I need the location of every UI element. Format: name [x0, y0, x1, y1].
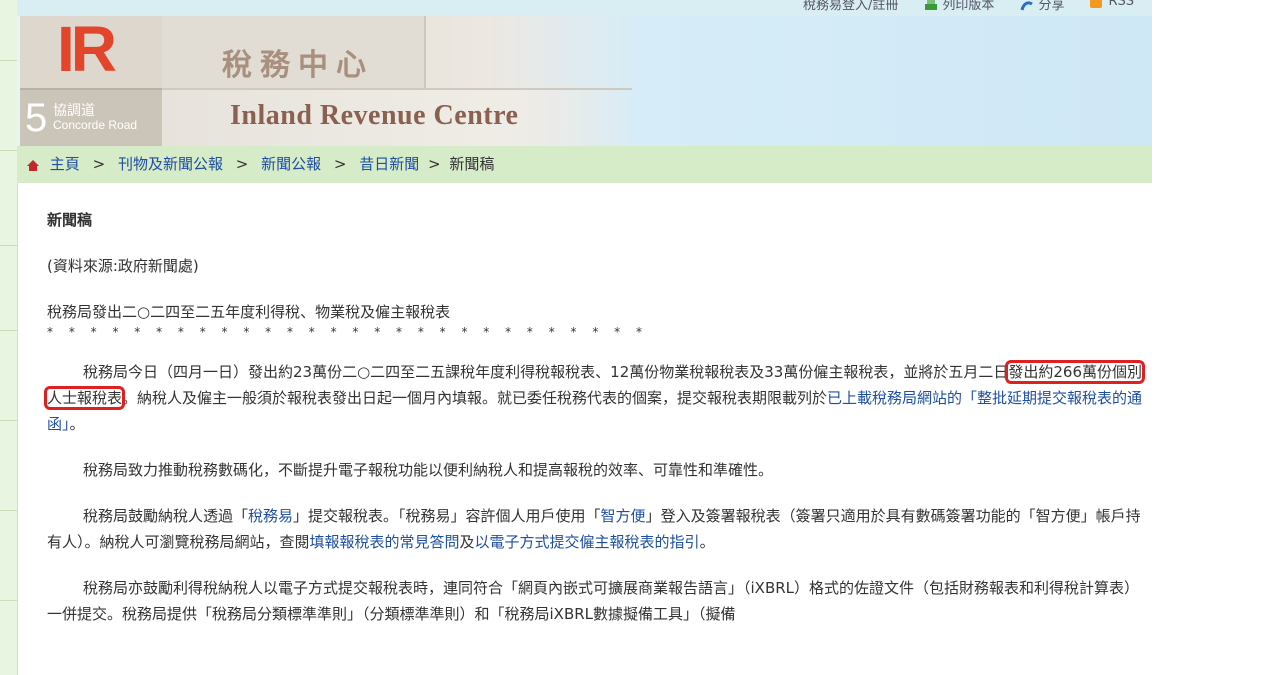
printer-icon: [925, 0, 938, 10]
login-link[interactable]: 稅務易登入/註冊: [803, 0, 898, 13]
login-link-label: 稅務易登入/註冊: [803, 0, 899, 13]
iam-smart-link[interactable]: 智方便: [601, 507, 646, 525]
breadcrumb-past-news[interactable]: 昔日新聞: [359, 155, 419, 173]
share-link-label: 分享: [1038, 0, 1065, 13]
rss-link-label: RSS: [1108, 0, 1134, 9]
share-link[interactable]: 分享: [1020, 0, 1064, 13]
article-title: 新聞稿: [47, 211, 93, 229]
rail-divider: [0, 420, 17, 421]
rail-divider: [0, 60, 17, 61]
p3-text-b: 」提交報稅表。「稅務易」容許個人用戶使用「: [293, 507, 601, 525]
rail-divider: [0, 330, 17, 331]
page: 稅務易登入/註冊 列印版本 分享 RSS IR 稅務中心 5 協調道 Conco…: [17, 0, 1152, 675]
breadcrumb-publications[interactable]: 刊物及新聞公報: [118, 155, 223, 173]
rail-divider: [0, 150, 17, 151]
breadcrumb: 主頁 > 刊物及新聞公報 > 新聞公報 > 昔日新聞 > 新聞稿: [17, 146, 1152, 183]
breadcrumb-separator: >: [428, 155, 441, 173]
breadcrumb-home[interactable]: 主頁: [50, 155, 80, 173]
top-utility-bar: 稅務易登入/註冊 列印版本 分享 RSS: [17, 0, 1152, 16]
breadcrumb-separator: >: [235, 155, 249, 173]
headline-divider-stars: * * * * * * * * * * * * * * * * * * * * …: [47, 325, 648, 339]
breadcrumb-separator: >: [92, 155, 106, 173]
breadcrumb-current: 新聞稿: [449, 155, 495, 173]
paragraph-3: 稅務局鼓勵納稅人透過「稅務易」提交報稅表。「稅務易」容許個人用戶使用「智方便」登…: [47, 503, 1152, 555]
p1-text-b: 。納稅人及僱主一般須於報稅表發出日起一個月內填報。就已委任稅務代表的個案，提交報…: [122, 389, 828, 407]
banner-address-number: 5: [25, 96, 48, 140]
p1-text-c: 。: [69, 415, 85, 433]
left-side-rail: [0, 0, 18, 675]
employer-return-guide-link[interactable]: 以電子方式提交僱主報稅表的指引: [475, 533, 700, 551]
rss-link[interactable]: RSS: [1090, 0, 1134, 13]
rss-icon: [1090, 0, 1103, 8]
p3-text-d: 及: [459, 533, 475, 551]
rail-divider: [0, 510, 17, 511]
article-content: 新聞稿 (資料來源:政府新聞處) 稅務局發出二○二四至二五年度利得稅、物業稅及僱…: [44, 200, 1152, 627]
p3-text-e: 。: [699, 533, 715, 551]
p1-text-a: 稅務局今日（四月一日）發出約23萬份二○二四至二五課稅年度利得稅報稅表、12萬份…: [83, 363, 1009, 381]
ird-logo[interactable]: IR: [57, 17, 137, 81]
share-icon: [1020, 0, 1034, 10]
breadcrumb-press-releases[interactable]: 新聞公報: [261, 155, 321, 173]
article-headline: 稅務局發出二○二四至二五年度利得稅、物業稅及僱主報稅表: [47, 303, 451, 321]
banner-english-name: Inland Revenue Centre: [230, 100, 519, 131]
print-link[interactable]: 列印版本: [924, 0, 994, 13]
rail-divider: [0, 600, 17, 601]
home-icon[interactable]: [27, 160, 39, 171]
paragraph-1: 稅務局今日（四月一日）發出約23萬份二○二四至二五課稅年度利得稅報稅表、12萬份…: [44, 359, 1152, 437]
site-banner: IR 稅務中心 5 協調道 Concorde Road Inland Reven…: [17, 16, 1152, 146]
banner-address-chinese: 協調道: [53, 103, 95, 119]
utility-links: 稅務易登入/註冊 列印版本 分享 RSS: [803, 0, 1134, 13]
print-link-label: 列印版本: [942, 0, 995, 13]
article-source: (資料來源:政府新聞處): [47, 257, 199, 275]
paragraph-2: 稅務局致力推動稅務數碼化，不斷提升電子報稅功能以便利納稅人和提高報稅的效率、可靠…: [83, 461, 774, 479]
rail-divider: [0, 245, 17, 246]
banner-chinese-name: 稅務中心: [222, 48, 374, 83]
banner-address-english: Concorde Road: [53, 118, 138, 132]
paragraph-4: 稅務局亦鼓勵利得稅納稅人以電子方式提交報稅表時，連同符合「網頁內嵌式可擴展商業報…: [47, 579, 1140, 623]
p3-text-a: 稅務局鼓勵納稅人透過「: [83, 507, 249, 525]
etax-link[interactable]: 稅務易: [248, 507, 293, 525]
breadcrumb-separator: >: [333, 155, 347, 173]
faq-link[interactable]: 填報報稅表的常見答問: [310, 533, 460, 551]
